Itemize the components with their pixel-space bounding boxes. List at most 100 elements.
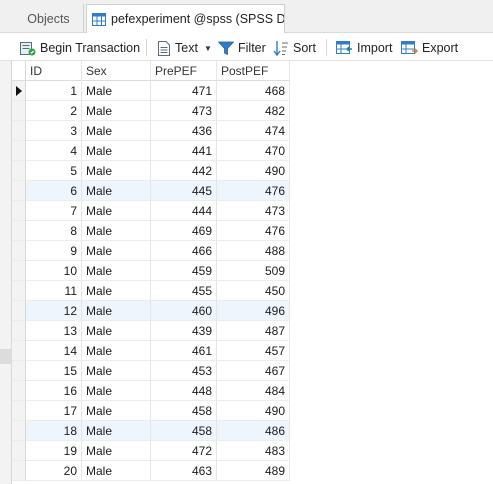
cell-sex[interactable]: Male	[82, 101, 151, 121]
text-view-dropdown[interactable]: Text ▼	[157, 37, 212, 59]
cell-sex[interactable]: Male	[82, 361, 151, 381]
row-selector[interactable]	[12, 361, 26, 381]
cell-postpef[interactable]: 473	[217, 201, 290, 221]
row-selector[interactable]	[12, 461, 26, 481]
cell-id[interactable]: 5	[26, 161, 82, 181]
cell-id[interactable]: 6	[26, 181, 82, 201]
cell-postpef[interactable]: 483	[217, 441, 290, 461]
column-header-sex[interactable]: Sex	[82, 61, 151, 81]
cell-postpef[interactable]: 490	[217, 401, 290, 421]
cell-id[interactable]: 13	[26, 321, 82, 341]
cell-prepef[interactable]: 439	[151, 321, 217, 341]
cell-sex[interactable]: Male	[82, 301, 151, 321]
cell-sex[interactable]: Male	[82, 121, 151, 141]
cell-prepef[interactable]: 442	[151, 161, 217, 181]
cell-prepef[interactable]: 473	[151, 101, 217, 121]
cell-prepef[interactable]: 455	[151, 281, 217, 301]
cell-postpef[interactable]: 484	[217, 381, 290, 401]
row-selector[interactable]	[12, 261, 26, 281]
begin-transaction-button[interactable]: Begin Transaction	[20, 37, 140, 59]
cell-postpef[interactable]: 474	[217, 121, 290, 141]
row-selector[interactable]	[12, 121, 26, 141]
cell-id[interactable]: 17	[26, 401, 82, 421]
cell-id[interactable]: 18	[26, 421, 82, 441]
cell-sex[interactable]: Male	[82, 201, 151, 221]
row-selector[interactable]	[12, 221, 26, 241]
row-selector[interactable]	[12, 341, 26, 361]
cell-sex[interactable]: Male	[82, 441, 151, 461]
cell-postpef[interactable]: 496	[217, 301, 290, 321]
column-header-postpef[interactable]: PostPEF	[217, 61, 290, 81]
export-button[interactable]: Export	[401, 37, 458, 59]
tab-table-pefexperiment[interactable]: pefexperiment @spss (SPSS Da...	[86, 4, 285, 33]
cell-postpef[interactable]: 467	[217, 361, 290, 381]
cell-postpef[interactable]: 470	[217, 141, 290, 161]
row-selector[interactable]	[12, 181, 26, 201]
cell-sex[interactable]: Male	[82, 341, 151, 361]
cell-id[interactable]: 10	[26, 261, 82, 281]
row-selector[interactable]	[12, 381, 26, 401]
row-selector[interactable]	[12, 281, 26, 301]
row-selector[interactable]	[12, 101, 26, 121]
cell-prepef[interactable]: 466	[151, 241, 217, 261]
cell-sex[interactable]: Male	[82, 221, 151, 241]
cell-id[interactable]: 14	[26, 341, 82, 361]
cell-id[interactable]: 19	[26, 441, 82, 461]
row-selector[interactable]	[12, 81, 26, 101]
cell-id[interactable]: 15	[26, 361, 82, 381]
filter-button[interactable]: Filter	[218, 37, 266, 59]
row-selector[interactable]	[12, 241, 26, 261]
row-selector[interactable]	[12, 441, 26, 461]
cell-prepef[interactable]: 445	[151, 181, 217, 201]
cell-postpef[interactable]: 509	[217, 261, 290, 281]
cell-id[interactable]: 3	[26, 121, 82, 141]
cell-sex[interactable]: Male	[82, 141, 151, 161]
tab-objects[interactable]: Objects	[14, 4, 84, 33]
column-header-prepef[interactable]: PrePEF	[151, 61, 217, 81]
cell-prepef[interactable]: 458	[151, 421, 217, 441]
cell-id[interactable]: 20	[26, 461, 82, 481]
cell-prepef[interactable]: 461	[151, 341, 217, 361]
cell-prepef[interactable]: 458	[151, 401, 217, 421]
cell-sex[interactable]: Male	[82, 181, 151, 201]
cell-id[interactable]: 9	[26, 241, 82, 261]
row-selector[interactable]	[12, 301, 26, 321]
row-selector[interactable]	[12, 161, 26, 181]
row-selector[interactable]	[12, 421, 26, 441]
row-selector[interactable]	[12, 141, 26, 161]
cell-postpef[interactable]: 457	[217, 341, 290, 361]
cell-prepef[interactable]: 460	[151, 301, 217, 321]
cell-sex[interactable]: Male	[82, 81, 151, 101]
cell-postpef[interactable]: 490	[217, 161, 290, 181]
cell-sex[interactable]: Male	[82, 461, 151, 481]
column-header-id[interactable]: ID	[26, 61, 82, 81]
cell-sex[interactable]: Male	[82, 381, 151, 401]
cell-sex[interactable]: Male	[82, 281, 151, 301]
cell-postpef[interactable]: 487	[217, 321, 290, 341]
cell-postpef[interactable]: 450	[217, 281, 290, 301]
cell-sex[interactable]: Male	[82, 241, 151, 261]
import-button[interactable]: Import	[336, 37, 392, 59]
cell-postpef[interactable]: 476	[217, 221, 290, 241]
cell-prepef[interactable]: 448	[151, 381, 217, 401]
cell-id[interactable]: 1	[26, 81, 82, 101]
cell-prepef[interactable]: 472	[151, 441, 217, 461]
cell-prepef[interactable]: 444	[151, 201, 217, 221]
cell-sex[interactable]: Male	[82, 421, 151, 441]
cell-id[interactable]: 16	[26, 381, 82, 401]
cell-postpef[interactable]: 488	[217, 241, 290, 261]
cell-prepef[interactable]: 436	[151, 121, 217, 141]
cell-prepef[interactable]: 441	[151, 141, 217, 161]
cell-sex[interactable]: Male	[82, 401, 151, 421]
cell-prepef[interactable]: 471	[151, 81, 217, 101]
cell-postpef[interactable]: 482	[217, 101, 290, 121]
cell-prepef[interactable]: 469	[151, 221, 217, 241]
cell-sex[interactable]: Male	[82, 321, 151, 341]
row-selector[interactable]	[12, 201, 26, 221]
cell-id[interactable]: 8	[26, 221, 82, 241]
cell-id[interactable]: 7	[26, 201, 82, 221]
cell-prepef[interactable]: 453	[151, 361, 217, 381]
cell-prepef[interactable]: 463	[151, 461, 217, 481]
cell-postpef[interactable]: 476	[217, 181, 290, 201]
cell-id[interactable]: 12	[26, 301, 82, 321]
